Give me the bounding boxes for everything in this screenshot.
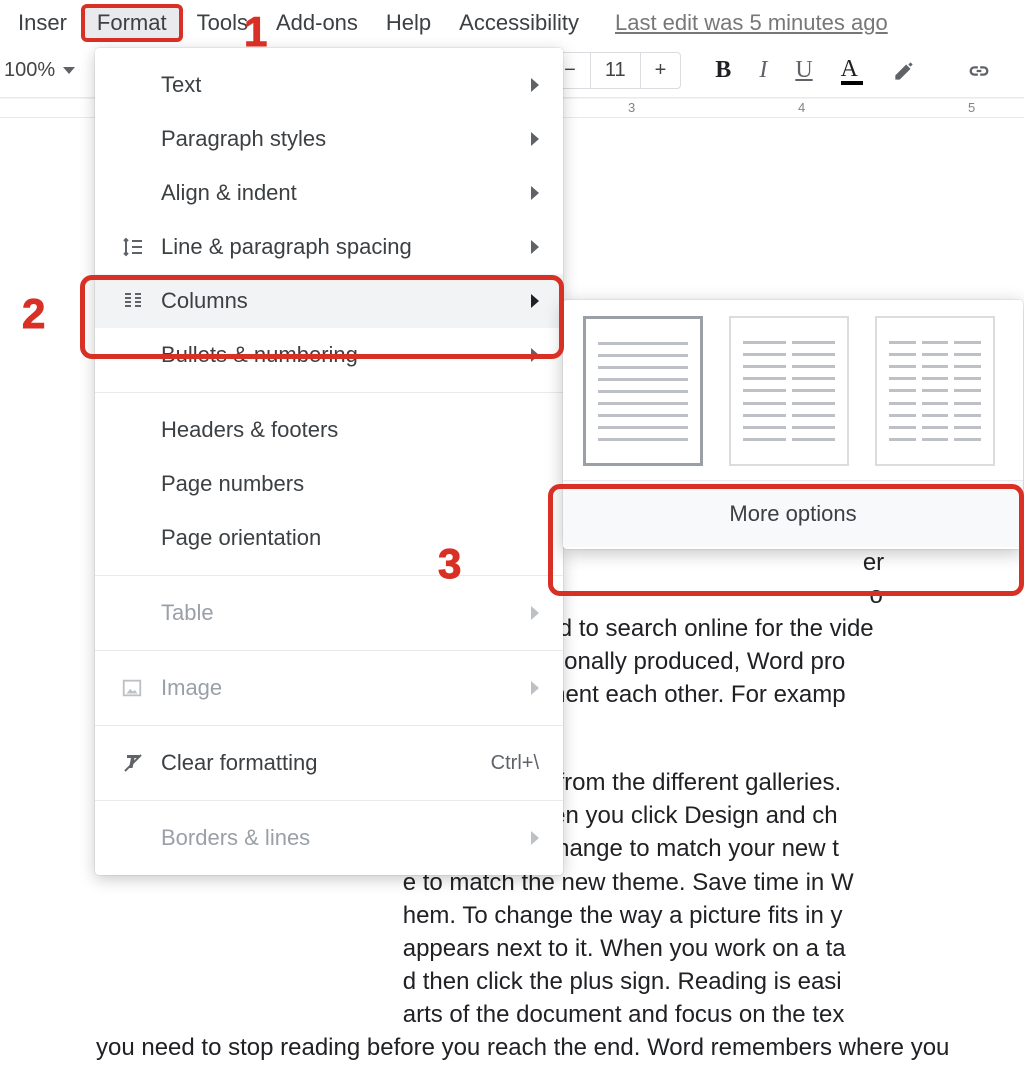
columns-more-options[interactable]: More options: [563, 481, 1023, 547]
column-layout-options: [563, 300, 1023, 480]
chevron-down-icon: [63, 67, 75, 74]
submenu-arrow-icon: [531, 348, 539, 362]
fontsize-increase[interactable]: +: [641, 53, 681, 88]
submenu-arrow-icon: [531, 681, 539, 695]
menu-help[interactable]: Help: [372, 4, 445, 42]
underline-button[interactable]: U: [781, 57, 826, 84]
font-size-control[interactable]: − 11 +: [549, 52, 681, 89]
dd-paragraph-styles[interactable]: Paragraph styles: [95, 112, 563, 166]
fontsize-value[interactable]: 11: [590, 53, 641, 88]
submenu-arrow-icon: [531, 78, 539, 92]
zoom-control[interactable]: 100%: [0, 59, 79, 82]
line-spacing-icon: [121, 235, 161, 259]
callout-1: 1: [244, 8, 267, 56]
menubar: Inser Format Tools Add-ons Help Accessib…: [0, 0, 1024, 48]
ruler-tick-3: 3: [628, 100, 635, 115]
submenu-arrow-icon: [531, 132, 539, 146]
insert-link-button[interactable]: [951, 57, 1007, 85]
ruler-tick-4: 4: [798, 100, 805, 115]
dd-page-numbers[interactable]: Page numbers: [95, 457, 563, 511]
format-dropdown: Text Paragraph styles Align & indent Lin…: [95, 48, 563, 875]
submenu-arrow-icon: [531, 831, 539, 845]
submenu-arrow-icon: [531, 240, 539, 254]
last-edit-link[interactable]: Last edit was 5 minutes ago: [615, 10, 888, 36]
highlighter-icon: [891, 58, 917, 84]
dd-text[interactable]: Text: [95, 58, 563, 112]
menu-format[interactable]: Format: [81, 4, 183, 42]
columns-icon: [121, 289, 161, 313]
italic-button[interactable]: I: [745, 57, 781, 84]
menu-insert[interactable]: Inser: [4, 4, 81, 42]
menu-addons[interactable]: Add-ons: [262, 4, 372, 42]
ruler-tick-5: 5: [968, 100, 975, 115]
text-color-button[interactable]: A: [827, 56, 877, 85]
callout-3: 3: [438, 540, 461, 588]
menu-accessibility[interactable]: Accessibility: [445, 4, 593, 42]
columns-submenu: More options: [563, 300, 1023, 549]
clear-formatting-icon: [121, 751, 161, 775]
dd-line-spacing[interactable]: Line & paragraph spacing: [95, 220, 563, 274]
bold-button[interactable]: B: [701, 57, 745, 84]
submenu-arrow-icon: [531, 606, 539, 620]
link-icon: [965, 57, 993, 85]
comment-icon: [1021, 57, 1024, 85]
dd-align-indent[interactable]: Align & indent: [95, 166, 563, 220]
dd-borders-lines: Borders & lines: [95, 811, 563, 865]
image-icon: [121, 677, 161, 699]
column-option-2[interactable]: [729, 316, 849, 466]
column-option-1[interactable]: [583, 316, 703, 466]
callout-2: 2: [22, 290, 45, 338]
submenu-arrow-icon: [531, 294, 539, 308]
dd-image: Image: [95, 661, 563, 715]
dd-page-orientation[interactable]: Page orientation: [95, 511, 563, 565]
dd-bullets-numbering[interactable]: Bullets & numbering: [95, 328, 563, 382]
column-option-3[interactable]: [875, 316, 995, 466]
dd-table: Table: [95, 586, 563, 640]
clear-formatting-shortcut: Ctrl+\: [491, 752, 539, 775]
zoom-value: 100%: [4, 59, 55, 82]
insert-comment-button[interactable]: [1007, 57, 1024, 85]
dd-headers-footers[interactable]: Headers & footers: [95, 403, 563, 457]
dd-columns[interactable]: Columns: [95, 274, 563, 328]
submenu-arrow-icon: [531, 186, 539, 200]
highlight-button[interactable]: [877, 58, 931, 84]
dd-clear-formatting[interactable]: Clear formatting Ctrl+\: [95, 736, 563, 790]
